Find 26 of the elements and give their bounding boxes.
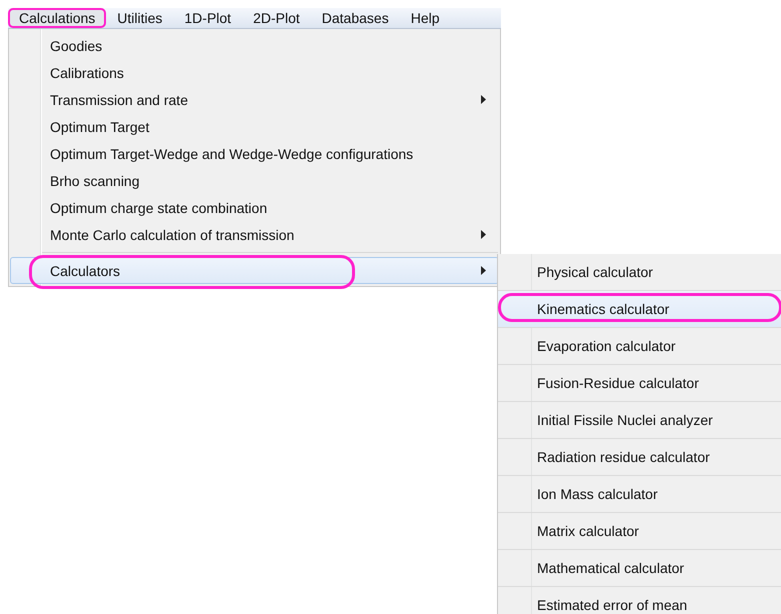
menu-item[interactable]: Optimum Target	[10, 113, 499, 140]
menu-bar-item[interactable]: Databases	[310, 8, 400, 28]
menu-item[interactable]: Evaporation calculator	[498, 328, 781, 365]
menu-item[interactable]: Optimum Target-Wedge and Wedge-Wedge configurations	[10, 140, 499, 167]
menu-item[interactable]: Fusion-Residue calculator	[498, 365, 781, 402]
submenu-arrow-icon	[481, 230, 486, 239]
menu-item[interactable]: Brho scanning	[10, 167, 499, 194]
menu-item[interactable]: Ion Mass calculator	[498, 476, 781, 513]
menu-item[interactable]: Mathematical calculator	[498, 550, 781, 587]
submenu-arrow-icon	[481, 95, 486, 104]
menu-item[interactable]: Optimum charge state combination	[10, 194, 499, 221]
menu-item[interactable]: Goodies	[10, 32, 499, 59]
menu-item[interactable]: Transmission and rate	[10, 86, 499, 113]
submenu-arrow-icon	[481, 266, 486, 275]
menu-item[interactable]: Estimated error of mean	[498, 587, 781, 614]
menu-item[interactable]: Calibrations	[10, 59, 499, 86]
menu-item[interactable]: Initial Fissile Nuclei analyzer	[498, 402, 781, 439]
menu-bar-item[interactable]: Calculations	[8, 8, 106, 28]
menu-item[interactable]: Radiation residue calculator	[498, 439, 781, 476]
menu-bar-item[interactable]: 1D-Plot	[173, 8, 242, 28]
menu-bar-item[interactable]: Help	[400, 8, 450, 28]
menu-bar-item[interactable]: 2D-Plot	[242, 8, 311, 28]
menu-item[interactable]: Monte Carlo calculation of transmission	[10, 221, 499, 248]
menu-item[interactable]: Matrix calculator	[498, 513, 781, 550]
menu-item[interactable]: Kinematics calculator	[498, 291, 781, 328]
menu-bar-item[interactable]: Utilities	[106, 8, 174, 28]
